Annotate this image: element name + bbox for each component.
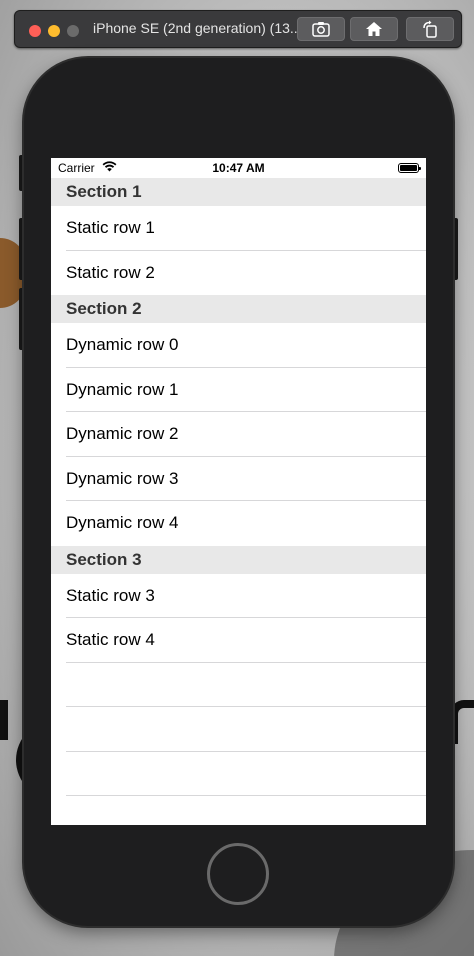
battery-icon: [398, 163, 421, 173]
table-row[interactable]: Dynamic row 3: [51, 457, 426, 502]
minimize-window-button[interactable]: [48, 25, 60, 37]
simulator-toolbar: iPhone SE (2nd generation) (13...: [14, 10, 462, 48]
table-row[interactable]: Static row 4: [51, 618, 426, 663]
screenshot-icon: [312, 22, 330, 37]
empty-row: [51, 707, 426, 752]
screenshot-button[interactable]: [297, 17, 345, 41]
table-view[interactable]: Section 1 Static row 1 Static row 2 Sect…: [51, 178, 426, 825]
zoom-window-button[interactable]: [67, 25, 79, 37]
wallpaper-fragment: [0, 700, 8, 740]
wallpaper-fragment: [450, 700, 474, 744]
empty-row: [51, 663, 426, 708]
table-row[interactable]: Static row 3: [51, 574, 426, 619]
section-header: Section 2: [51, 295, 426, 323]
table-row[interactable]: Static row 1: [51, 206, 426, 251]
device-home-button[interactable]: [207, 843, 269, 905]
device-screen: Carrier 10:47 AM Section 1 Static row 1 …: [51, 158, 426, 825]
table-row[interactable]: Dynamic row 2: [51, 412, 426, 457]
empty-row: [51, 752, 426, 797]
table-row[interactable]: Static row 2: [51, 251, 426, 296]
table-row[interactable]: Dynamic row 4: [51, 501, 426, 546]
rotate-icon: [423, 20, 437, 38]
status-time: 10:47 AM: [212, 161, 265, 175]
home-icon: [366, 22, 382, 36]
status-bar: Carrier 10:47 AM: [51, 158, 426, 178]
close-window-button[interactable]: [29, 25, 41, 37]
section-header: Section 3: [51, 545, 426, 574]
empty-row: [51, 796, 426, 825]
table-row[interactable]: Dynamic row 1: [51, 368, 426, 413]
rotate-button[interactable]: [406, 17, 454, 41]
table-row[interactable]: Dynamic row 0: [51, 323, 426, 368]
window-title: iPhone SE (2nd generation) (13...: [93, 20, 298, 36]
section-header: Section 1: [51, 178, 426, 206]
home-toolbar-button[interactable]: [350, 17, 398, 41]
